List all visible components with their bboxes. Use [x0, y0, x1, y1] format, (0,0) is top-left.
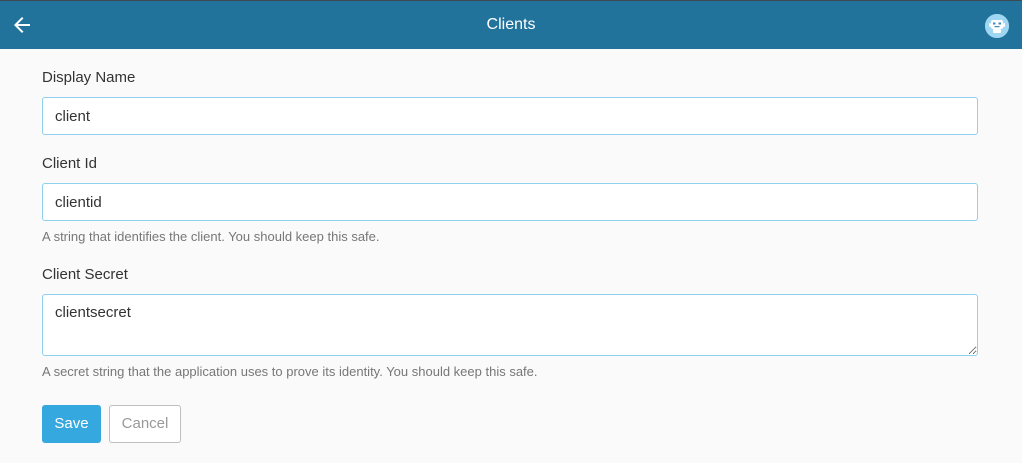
client-id-help-text: A string that identifies the client. You…	[42, 229, 380, 244]
client-id-input[interactable]	[42, 183, 978, 221]
client-secret-label: Client Secret	[42, 266, 128, 283]
client-id-label: Client Id	[42, 155, 98, 172]
robot-avatar-icon	[985, 14, 1009, 38]
page-title: Clients	[486, 16, 536, 33]
cancel-button[interactable]: Cancel	[109, 405, 181, 443]
save-button[interactable]: Save	[42, 405, 101, 443]
display-name-input[interactable]	[42, 97, 978, 135]
avatar[interactable]	[985, 14, 1009, 38]
top-app-bar: Clients	[0, 0, 1022, 49]
display-name-label: Display Name	[42, 69, 136, 86]
client-secret-textarea[interactable]: clientsecret	[42, 294, 978, 356]
client-secret-help-text: A secret string that the application use…	[42, 364, 538, 379]
